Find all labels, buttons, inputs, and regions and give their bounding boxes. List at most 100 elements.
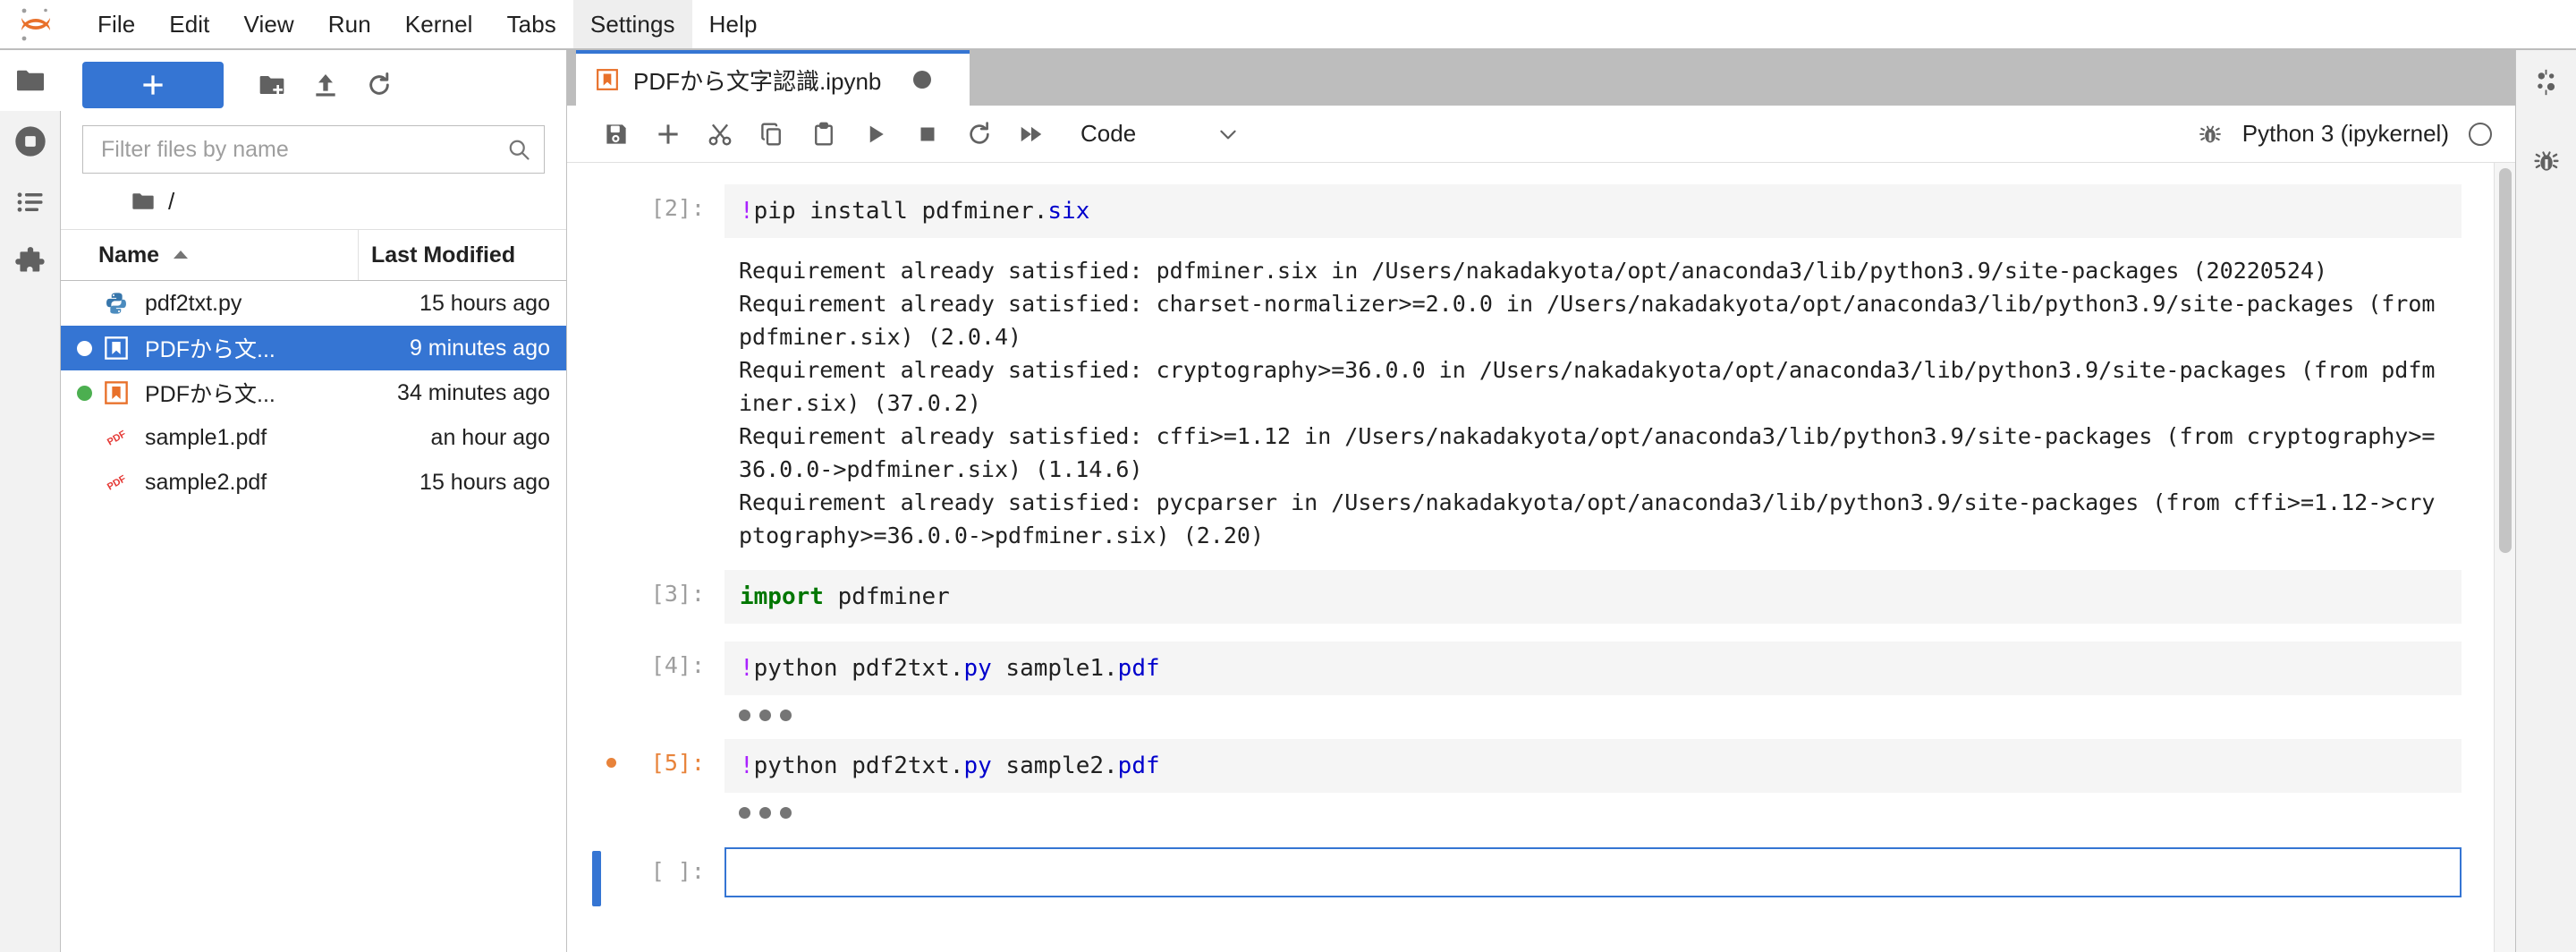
menu-view[interactable]: View [227,0,311,48]
menu-kernel-label: Kernel [404,10,473,38]
menu-tabs[interactable]: Tabs [490,0,573,48]
refresh-icon[interactable] [352,62,406,108]
copy-icon[interactable] [746,108,798,160]
running-sessions-icon[interactable] [0,111,61,172]
menu-kernel[interactable]: Kernel [388,0,490,48]
notebook-cells-scroll[interactable]: [2]: !pip install pdfminer.six Requireme… [567,163,2515,952]
menu-run-label: Run [327,10,371,38]
upload-icon[interactable] [299,62,352,108]
tab-notebook[interactable]: PDFから文字認識.ipynb [576,50,970,106]
file-list: pdf2txt.py 15 hours ago PDFから文... 9 minu… [61,281,566,952]
menu-settings[interactable]: Settings [572,0,692,48]
table-of-contents-icon[interactable] [0,172,61,233]
notebook-cell[interactable]: [ ]: [567,828,2515,906]
notebook-file-icon [98,336,134,361]
jupyter-logo-icon [13,4,59,45]
collapsed-output-indicator[interactable] [724,802,2462,828]
notebook-cell[interactable]: [4]: !python pdf2txt.py sample1.pdf [567,633,2515,704]
cell-prompt: [4]: [650,652,705,678]
notebook-cell[interactable]: [5]: !python pdf2txt.py sample2.pdf [567,730,2515,802]
svg-text:PDF: PDF [106,473,128,493]
output-gutter [590,802,724,828]
search-input[interactable] [99,135,506,164]
notebook-vertical-scrollbar[interactable] [2494,163,2515,952]
menu-help[interactable]: Help [692,0,775,48]
menu-settings-label: Settings [589,10,675,38]
debugger-icon[interactable] [2516,129,2576,193]
fast-forward-icon[interactable] [1005,108,1057,160]
kernel-status-indicator[interactable] [2469,122,2492,146]
scrollbar-thumb[interactable] [2499,168,2512,553]
cell-type-value: Code [1080,120,1137,147]
scissors-icon[interactable] [694,108,746,160]
file-modified: 15 hours ago [419,290,550,316]
jupyterlab-window: File Edit View Run Kernel Tabs Settings … [0,0,2576,952]
kernel-name[interactable]: Python 3 (ipykernel) [2242,120,2449,148]
sort-ascending-icon [172,249,190,261]
menu-run[interactable]: Run [311,0,388,48]
new-launcher-button[interactable] [82,62,224,108]
ellipsis-dot [780,710,792,721]
cell-output [567,802,2515,828]
menu-bar: File Edit View Run Kernel Tabs Settings … [0,0,2576,50]
cell-input[interactable]: import pdfminer [724,570,2462,624]
list-item[interactable]: pdf2txt.py 15 hours ago [61,281,566,326]
column-header-name-label: Name [98,242,160,268]
menu-edit-label: Edit [169,10,210,38]
file-filter-box[interactable] [82,125,545,174]
property-inspector-icon[interactable] [2516,50,2576,115]
ellipsis-dot [759,710,771,721]
folder-icon [131,189,156,214]
column-header-name[interactable]: Name [61,230,359,280]
file-modified: 34 minutes ago [397,379,550,405]
ellipsis-dot [739,807,750,819]
file-name: pdf2txt.py [145,290,242,316]
file-name: sample1.pdf [145,424,267,450]
file-browser-icon[interactable] [0,50,61,111]
stop-icon[interactable] [902,108,953,160]
menu-file-label: File [97,10,136,38]
menu-file[interactable]: File [80,0,152,48]
cell-type-select[interactable]: Code [1080,120,1240,148]
extension-manager-icon[interactable] [0,233,61,293]
play-icon[interactable] [850,108,902,160]
cell-input[interactable]: !pip install pdfminer.six [724,184,2462,238]
notebook-cell[interactable]: [3]: import pdfminer [567,561,2515,633]
output-gutter [590,704,724,730]
notebook-file-icon [596,68,619,91]
bug-icon[interactable] [2198,122,2223,147]
cell-prompt-label: [5]: [650,750,705,776]
file-browser-panel: / Name Last Modified [61,50,567,952]
file-status-indicator [70,340,98,356]
tab-title: PDFから文字認識.ipynb [633,67,882,95]
list-item[interactable]: PDFから文... 9 minutes ago [61,326,566,370]
output-collapsed-dot[interactable] [606,758,616,768]
cell-prompt: [5]: [590,739,724,776]
paste-icon[interactable] [798,108,850,160]
cell-prompt: [2]: [650,195,705,221]
breadcrumb[interactable]: / [61,174,566,229]
new-folder-icon[interactable] [245,62,299,108]
list-item[interactable]: PDF sample2.pdf 15 hours ago [61,460,566,505]
save-icon[interactable] [590,108,642,160]
cell-output [567,704,2515,730]
unsaved-changes-dot[interactable] [913,71,932,89]
kernel-running-dot [76,385,92,401]
menu-item-list: File Edit View Run Kernel Tabs Settings … [80,0,775,48]
pdf-file-icon: PDF [98,424,134,451]
ellipsis-dot [759,807,771,819]
restart-icon[interactable] [953,108,1005,160]
cell-input[interactable]: !python pdf2txt.py sample2.pdf [724,739,2462,793]
file-name: PDFから文... [145,382,275,407]
list-item[interactable]: PDFから文... 34 minutes ago [61,370,566,415]
notebook-cell[interactable]: [2]: !pip install pdfminer.six [567,175,2515,247]
cell-input[interactable] [724,847,2462,897]
plus-icon[interactable] [642,108,694,160]
list-item[interactable]: PDF sample1.pdf an hour ago [61,415,566,460]
tab-bar: PDFから文字認識.ipynb [567,50,2515,106]
column-header-last-modified[interactable]: Last Modified [359,230,566,280]
collapsed-output-indicator[interactable] [724,704,2462,730]
chevron-down-icon [1216,123,1240,146]
menu-edit[interactable]: Edit [152,0,226,48]
cell-input[interactable]: !python pdf2txt.py sample1.pdf [724,642,2462,695]
